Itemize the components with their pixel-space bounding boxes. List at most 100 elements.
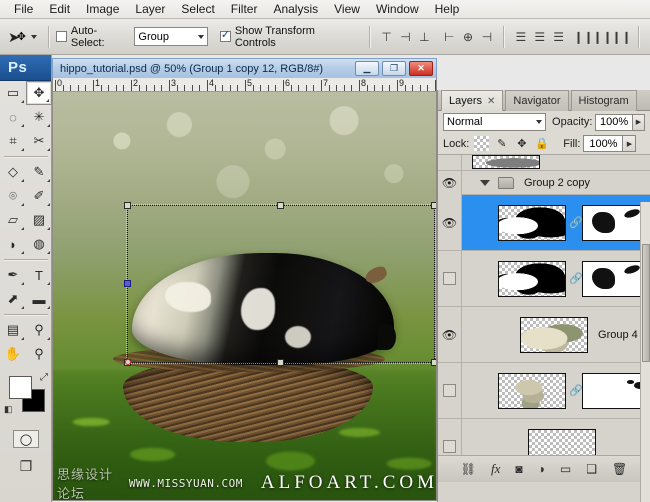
horizontal-ruler[interactable]: 012345678910 [52,78,437,91]
quick-mask-icon[interactable]: ◯ [13,430,39,448]
table-row[interactable] [438,419,650,455]
layer-thumbnail[interactable] [520,316,589,353]
opacity-input[interactable]: 100% [595,113,633,131]
pen-tool[interactable]: ✒ [0,263,26,287]
table-row[interactable]: 👁 🔗 [438,195,650,251]
history-brush-tool[interactable]: ✐ [26,184,52,208]
layer-visibility-cell[interactable] [438,155,462,170]
magic-wand-tool[interactable]: ✳ [26,105,52,129]
transform-handle-bottom-center[interactable] [277,359,284,366]
link-layers-button[interactable]: ⛓ [461,462,476,476]
layer-thumbnail[interactable] [528,428,596,455]
lock-transparent-pixels-icon[interactable] [474,136,490,151]
distribute-horizontal-centers-icon[interactable]: ❙❙ [593,28,613,45]
add-layer-mask-button[interactable]: ◙ [515,462,522,476]
eye-icon-off[interactable] [443,272,456,285]
table-row[interactable]: 🔗 [438,363,650,419]
table-row[interactable] [438,155,650,171]
transform-handle-top-center[interactable] [277,202,284,209]
layer-group-row[interactable]: 👁 Group 2 copy [438,170,650,195]
link-icon[interactable]: 🔗 [569,216,583,229]
layer-thumbnail[interactable] [498,372,566,409]
blend-mode-dropdown[interactable]: Normal [443,113,547,131]
table-row[interactable]: 🔗 [438,251,650,307]
layer-visibility-cell[interactable] [438,363,462,418]
blur-tool[interactable]: ◗ [0,232,26,256]
fill-input[interactable]: 100% [583,135,624,152]
menu-item-filter[interactable]: Filter [223,0,266,18]
menu-item-analysis[interactable]: Analysis [265,0,326,18]
align-vertical-centers-icon[interactable]: ⊣ [397,28,414,45]
lock-all-icon[interactable]: 🔒 [534,136,549,151]
menu-item-layer[interactable]: Layer [127,0,173,18]
foreground-color-swatch[interactable] [9,376,32,399]
dodge-tool[interactable]: ◍ [26,232,52,256]
distribute-vertical-centers-icon[interactable]: ☰ [531,28,548,45]
opacity-stepper[interactable]: ▶ [632,113,645,131]
screen-mode-icon[interactable]: ❐ [0,458,52,475]
notes-tool[interactable]: ▤ [0,318,26,342]
distribute-top-edges-icon[interactable]: ☰ [512,28,529,45]
restore-button[interactable]: ❐ [382,61,406,76]
eye-icon[interactable]: 👁 [442,328,457,342]
menu-item-window[interactable]: Window [368,0,427,18]
zoom-tool[interactable]: ⚲ [26,342,52,366]
distribute-right-edges-icon[interactable]: ❙❙ [612,28,632,45]
crop-tool[interactable]: ⌗ [0,129,26,153]
menu-item-file[interactable]: File [6,0,41,18]
new-group-button[interactable]: ▭ [560,462,571,476]
lasso-tool[interactable]: ◌ [0,105,26,129]
layer-visibility-cell[interactable] [438,419,462,455]
auto-select-dropdown[interactable]: Group [134,27,208,46]
align-right-edges-icon[interactable]: ⊣ [479,28,496,45]
eye-icon-off[interactable] [443,384,456,397]
image-canvas[interactable]: 思缘设计论坛 WWW.MISSYUAN.COM ALFOART.COM [52,91,437,501]
transform-handle-middle-left[interactable] [124,280,131,287]
active-tool-preset-button[interactable]: ➤ ✥ [4,25,41,49]
lock-position-icon[interactable]: ✥ [514,136,529,151]
layer-visibility-cell[interactable]: 👁 [438,195,462,250]
align-bottom-edges-icon[interactable]: ⊥ [416,28,433,45]
eraser-tool[interactable]: ▱ [0,208,26,232]
delete-layer-button[interactable]: 🗑 [612,462,627,476]
layer-style-button[interactable]: fx [491,461,500,477]
auto-select-checkbox[interactable] [55,31,67,42]
menu-item-select[interactable]: Select [173,0,222,18]
layer-visibility-cell[interactable]: 👁 [438,307,462,362]
menu-item-edit[interactable]: Edit [41,0,78,18]
eye-icon-off[interactable] [443,440,456,453]
tab-layers[interactable]: Layers ✕ [441,90,504,111]
minimize-button[interactable]: ▁ [355,61,379,76]
lock-image-pixels-icon[interactable]: ✎ [494,136,509,151]
transform-selection-box[interactable] [124,202,436,366]
tab-navigator[interactable]: Navigator [505,90,569,111]
eye-icon[interactable]: 👁 [442,216,457,230]
table-row[interactable]: 👁 Group 4 ... [438,307,650,363]
chevron-down-icon[interactable] [480,179,490,186]
align-horizontal-centers-icon[interactable]: ⊕ [460,28,477,45]
gradient-tool[interactable]: ▨ [26,208,52,232]
move-tool[interactable]: ✥ [26,81,52,105]
eye-icon[interactable]: 👁 [442,176,457,190]
menu-item-view[interactable]: View [326,0,368,18]
marquee-tool[interactable]: ▭ [0,81,26,105]
align-top-edges-icon[interactable]: ⊤ [378,28,395,45]
link-icon[interactable]: 🔗 [569,272,583,285]
layer-visibility-cell[interactable] [438,251,462,306]
layer-thumbnail[interactable] [498,260,566,297]
swap-colors-icon[interactable]: ⤢ [40,372,48,383]
transform-handle-top-left[interactable] [124,202,131,209]
layer-visibility-cell[interactable]: 👁 [438,170,462,195]
align-left-edges-icon[interactable]: ⊢ [441,28,458,45]
document-title-bar[interactable]: hippo_tutorial.psd @ 50% (Group 1 copy 1… [52,58,437,78]
rectangle-tool[interactable]: ▬ [26,287,52,311]
menu-item-help[interactable]: Help [427,0,468,18]
slice-tool[interactable]: ✂ [26,129,52,153]
patch-tool[interactable]: ◇ [0,160,26,184]
hand-tool[interactable]: ✋ [0,342,26,366]
layers-scrollbar[interactable] [640,202,650,502]
new-adjustment-layer-button[interactable]: ◑ [538,462,545,476]
brush-tool[interactable]: ✎ [26,160,52,184]
transform-reference-point[interactable] [125,359,131,365]
layer-thumbnail[interactable] [498,204,566,241]
